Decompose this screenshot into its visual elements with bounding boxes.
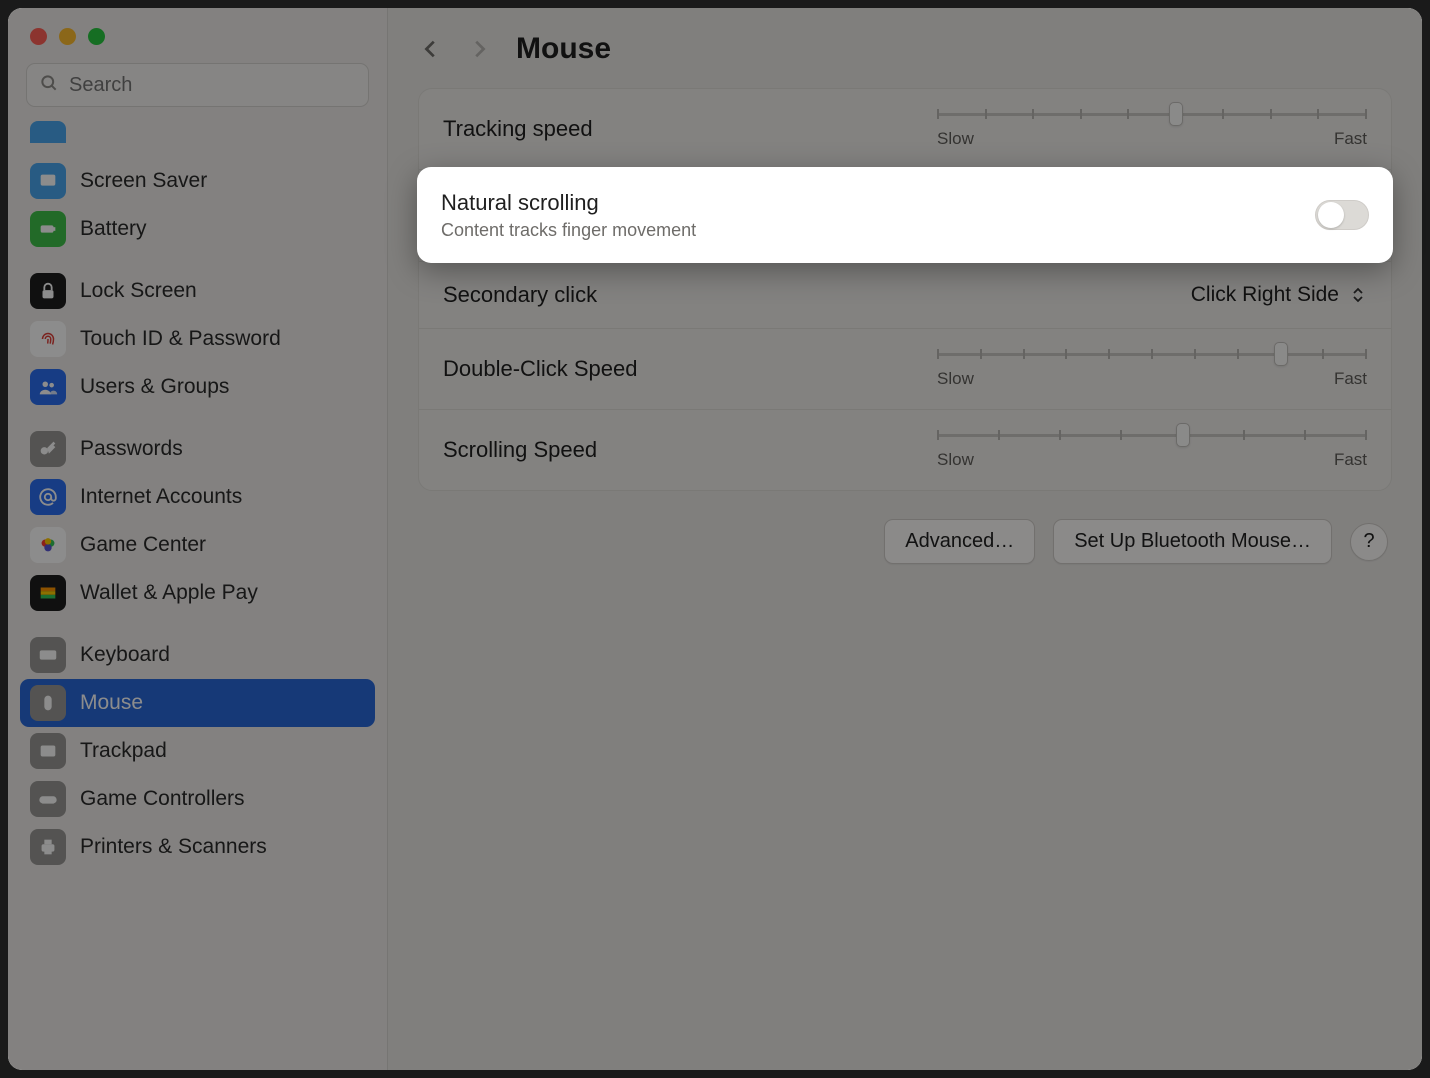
sidebar-item-label: Game Controllers xyxy=(80,787,245,811)
sidebar-item-screen-saver[interactable]: Screen Saver xyxy=(20,157,375,205)
controller-icon xyxy=(30,781,66,817)
slow-label: Slow xyxy=(937,129,974,149)
users-icon xyxy=(30,369,66,405)
slow-label: Slow xyxy=(937,369,974,389)
lock-icon xyxy=(30,273,66,309)
fingerprint-icon xyxy=(30,321,66,357)
sidebar-item-battery[interactable]: Battery xyxy=(20,205,375,253)
help-button[interactable]: ? xyxy=(1350,523,1388,561)
tracking-speed-slider[interactable] xyxy=(937,109,1367,119)
buttons-row: Advanced… Set Up Bluetooth Mouse… ? xyxy=(388,491,1422,592)
close-window-button[interactable] xyxy=(30,28,47,45)
secondary-click-select[interactable]: Click Right Side xyxy=(1191,283,1367,307)
secondary-click-value: Click Right Side xyxy=(1191,283,1339,307)
sidebar-item-lock-screen[interactable]: Lock Screen xyxy=(20,267,375,315)
sidebar: Screen Saver Battery Lock Screen Touch ID &… xyxy=(8,8,388,1070)
search-input[interactable] xyxy=(69,74,356,97)
tracking-speed-row: Tracking speed Slow Fast xyxy=(419,89,1391,169)
sidebar-item-trackpad[interactable]: Trackpad xyxy=(20,727,375,775)
advanced-button[interactable]: Advanced… xyxy=(884,519,1035,564)
sidebar-item-label: Battery xyxy=(80,217,147,241)
window-controls xyxy=(8,8,387,55)
screensaver-icon xyxy=(30,163,66,199)
fast-label: Fast xyxy=(1334,450,1367,470)
scrolling-speed-slider[interactable] xyxy=(937,430,1367,440)
printer-icon xyxy=(30,829,66,865)
sidebar-item-label: Keyboard xyxy=(80,643,170,667)
secondary-click-label: Secondary click xyxy=(443,282,597,308)
wallet-icon xyxy=(30,575,66,611)
sidebar-item-cutoff[interactable] xyxy=(20,121,375,143)
zoom-window-button[interactable] xyxy=(88,28,105,45)
sidebar-item-label: Screen Saver xyxy=(80,169,207,193)
mouse-icon xyxy=(30,685,66,721)
sidebar-item-label: Users & Groups xyxy=(80,375,229,399)
sidebar-item-label: Game Center xyxy=(80,533,206,557)
sidebar-item-label: Internet Accounts xyxy=(80,485,242,509)
sidebar-item-label: Trackpad xyxy=(80,739,167,763)
titlebar: Mouse xyxy=(388,8,1422,80)
secondary-click-row: Secondary click Click Right Side xyxy=(419,261,1391,328)
slow-label: Slow xyxy=(937,450,974,470)
sidebar-item-label: Passwords xyxy=(80,437,183,461)
double-click-speed-row: Double-Click Speed Slow Fast xyxy=(419,328,1391,409)
sidebar-item-label: Mouse xyxy=(80,691,143,715)
setup-bluetooth-mouse-button[interactable]: Set Up Bluetooth Mouse… xyxy=(1053,519,1332,564)
sidebar-item-touch-id-password[interactable]: Touch ID & Password xyxy=(20,315,375,363)
chevron-up-down-icon xyxy=(1349,284,1367,306)
sidebar-item-users-groups[interactable]: Users & Groups xyxy=(20,363,375,411)
sidebar-item-keyboard[interactable]: Keyboard xyxy=(20,631,375,679)
sidebar-item-label: Lock Screen xyxy=(80,279,197,303)
search-icon xyxy=(39,73,59,98)
back-button[interactable] xyxy=(420,35,442,63)
natural-scrolling-highlight: Natural scrolling Content tracks finger … xyxy=(417,167,1393,263)
fast-label: Fast xyxy=(1334,369,1367,389)
natural-scrolling-toggle[interactable] xyxy=(1315,200,1369,230)
sidebar-item-label: Printers & Scanners xyxy=(80,835,267,859)
sidebar-item-game-controllers[interactable]: Game Controllers xyxy=(20,775,375,823)
gamecenter-icon xyxy=(30,527,66,563)
settings-panel: Tracking speed Slow Fast Natural scrolli… xyxy=(418,88,1392,491)
natural-scrolling-sub: Content tracks finger movement xyxy=(441,220,696,241)
search-field[interactable] xyxy=(26,63,369,107)
at-icon xyxy=(30,479,66,515)
sidebar-item-mouse[interactable]: Mouse xyxy=(20,679,375,727)
tracking-speed-label: Tracking speed xyxy=(443,116,593,142)
sidebar-item-wallet-apple-pay[interactable]: Wallet & Apple Pay xyxy=(20,569,375,617)
key-icon xyxy=(30,431,66,467)
sidebar-item-printers-scanners[interactable]: Printers & Scanners xyxy=(20,823,375,871)
sidebar-item-game-center[interactable]: Game Center xyxy=(20,521,375,569)
page-title: Mouse xyxy=(516,32,611,66)
sidebar-nav: Screen Saver Battery Lock Screen Touch ID &… xyxy=(8,121,387,1070)
scrolling-speed-label: Scrolling Speed xyxy=(443,437,597,463)
natural-scrolling-label: Natural scrolling xyxy=(441,190,696,216)
double-click-speed-slider[interactable] xyxy=(937,349,1367,359)
double-click-speed-label: Double-Click Speed xyxy=(443,356,637,382)
trackpad-icon xyxy=(30,733,66,769)
scrolling-speed-row: Scrolling Speed Slow Fast xyxy=(419,409,1391,490)
battery-icon xyxy=(30,211,66,247)
minimize-window-button[interactable] xyxy=(59,28,76,45)
sidebar-item-internet-accounts[interactable]: Internet Accounts xyxy=(20,473,375,521)
sidebar-item-label: Wallet & Apple Pay xyxy=(80,581,258,605)
sidebar-item-label: Touch ID & Password xyxy=(80,327,281,351)
keyboard-icon xyxy=(30,637,66,673)
sidebar-item-passwords[interactable]: Passwords xyxy=(20,425,375,473)
fast-label: Fast xyxy=(1334,129,1367,149)
forward-button[interactable] xyxy=(468,35,490,63)
